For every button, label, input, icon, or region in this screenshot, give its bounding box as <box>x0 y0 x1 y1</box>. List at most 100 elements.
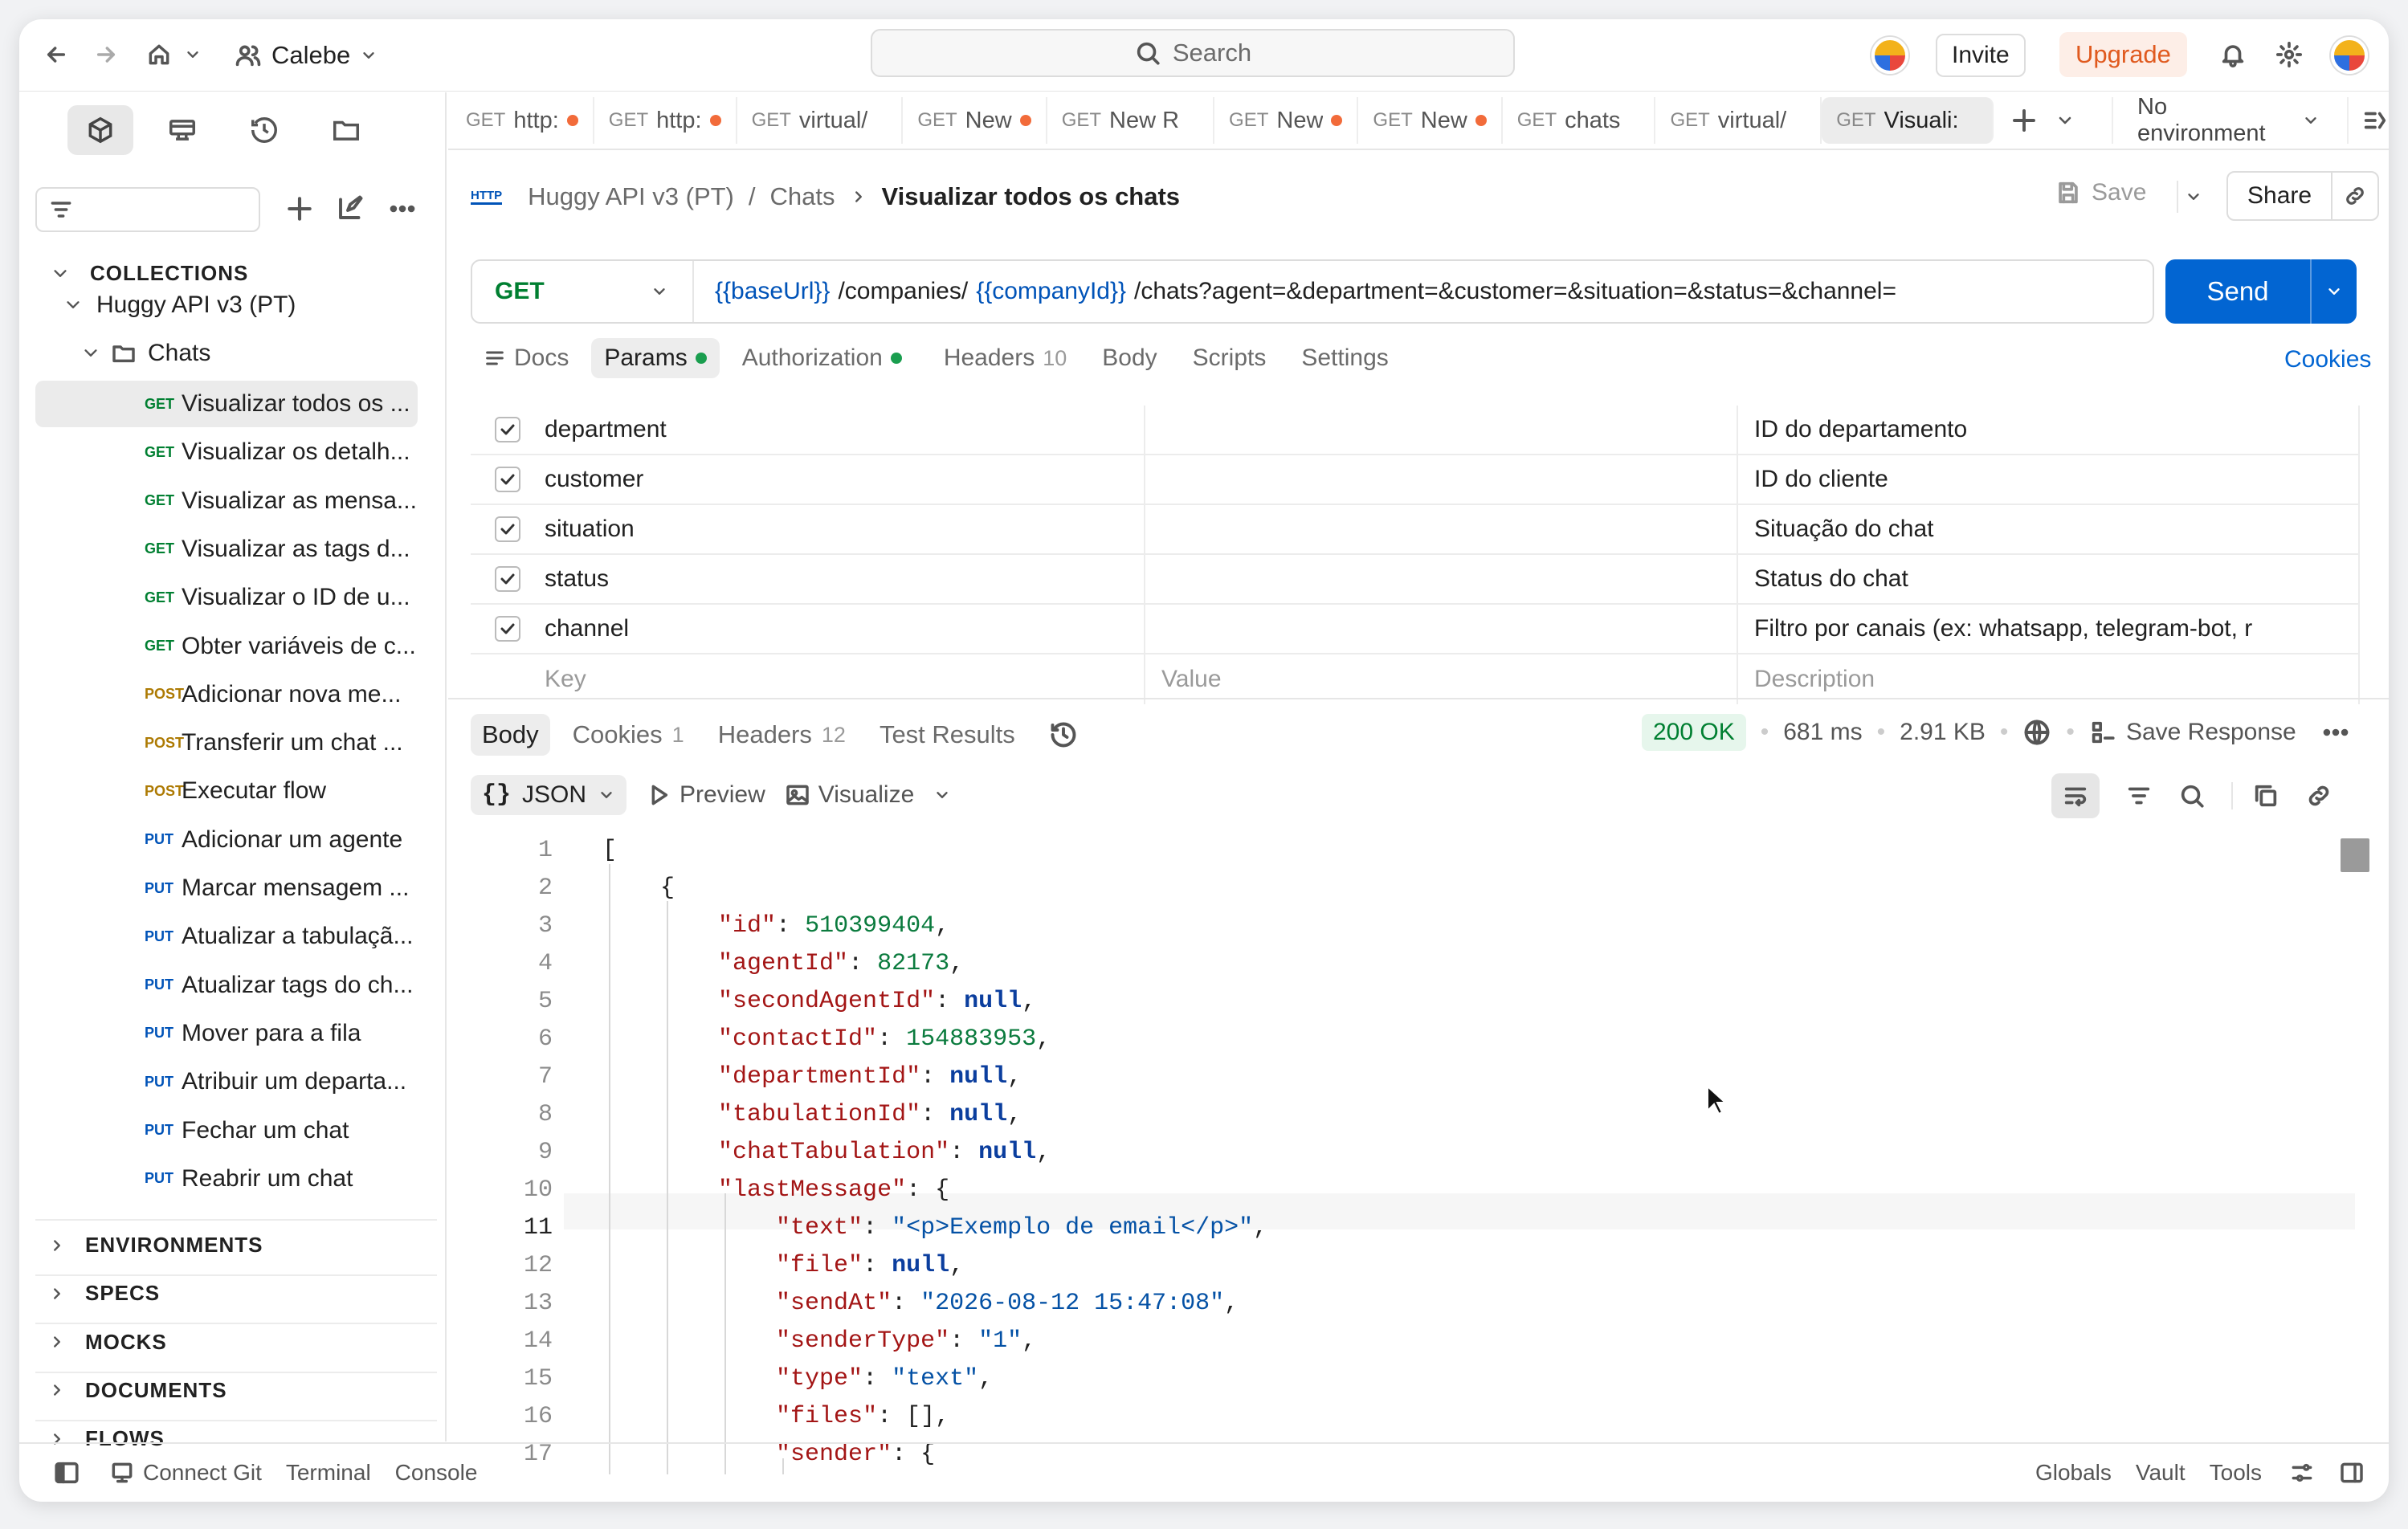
tab-request[interactable]: GET chats <box>1503 97 1656 144</box>
param-key-cell[interactable]: status <box>471 555 1145 603</box>
response-size[interactable]: 2.91 KB <box>1900 719 1986 746</box>
tab-request[interactable]: GET virtual/ <box>737 97 904 144</box>
sidebar-request-item[interactable]: PUT Mover para a fila <box>35 1010 418 1057</box>
tab-body[interactable]: Body <box>1089 338 1169 378</box>
collections-icon[interactable] <box>67 105 133 155</box>
filter-icon[interactable] <box>2125 782 2153 809</box>
save-response-button[interactable]: Save Response <box>2089 719 2296 746</box>
sidebar-request-item[interactable]: GET Visualizar as mensa... <box>35 478 418 524</box>
scrollbar-thumb[interactable] <box>2341 838 2369 872</box>
wrap-lines-icon[interactable] <box>2051 773 2100 818</box>
new-tab-icon[interactable] <box>2006 100 2043 141</box>
chevron-down-icon[interactable] <box>2051 104 2079 137</box>
sidebar-request-item[interactable]: PUT Atualizar tags do ch... <box>35 962 418 1009</box>
home-icon[interactable] <box>141 37 177 72</box>
cookies-link[interactable]: Cookies <box>2284 346 2371 373</box>
history-icon[interactable] <box>1049 720 1078 749</box>
collection-item[interactable]: Huggy API v3 (PT) <box>64 282 447 328</box>
response-tab-test-results[interactable]: Test Results <box>868 714 1026 756</box>
chevron-down-icon[interactable] <box>2177 181 2209 213</box>
tab-request[interactable]: GET New R <box>1047 97 1215 144</box>
sidebar-request-item[interactable]: PUT Atualizar a tabulaçã... <box>35 913 418 960</box>
more-icon[interactable] <box>387 194 418 224</box>
link-icon[interactable] <box>2331 173 2377 219</box>
settings-sliders-icon[interactable] <box>2289 1460 2315 1486</box>
user-avatar[interactable] <box>2331 37 2368 74</box>
param-value-input[interactable]: Value <box>1145 654 1738 704</box>
tab-request[interactable]: GET New <box>1214 97 1359 144</box>
toggle-panel-icon[interactable] <box>2339 1460 2365 1486</box>
sidebar-request-item[interactable]: GET Obter variáveis de c... <box>35 623 418 670</box>
status-badge[interactable]: 200 OK <box>1642 714 1746 751</box>
add-icon[interactable] <box>284 194 315 224</box>
page-title[interactable]: Visualizar todos os chats <box>882 182 1181 211</box>
tab-request[interactable]: GET Visuali: <box>1822 97 1994 144</box>
sidebar-request-item[interactable]: GET Visualizar os detalh... <box>35 429 418 475</box>
response-time[interactable]: 681 ms <box>1783 719 1862 746</box>
workspace-switcher[interactable]: Calebe <box>235 35 378 75</box>
response-tab-headers[interactable]: Headers 12 <box>707 714 857 756</box>
visualize-button[interactable]: Visualize <box>785 781 914 809</box>
chevron-down-icon[interactable] <box>2310 259 2357 324</box>
sidebar-section[interactable]: SPECS <box>48 1281 160 1306</box>
param-description-cell[interactable]: Status do chat <box>1738 555 2360 603</box>
tab-docs[interactable]: Docs <box>471 338 582 378</box>
param-value-cell[interactable] <box>1145 505 1738 553</box>
param-checkbox[interactable] <box>495 566 520 592</box>
chevron-down-icon[interactable] <box>180 42 206 67</box>
bell-icon[interactable] <box>2217 39 2249 71</box>
tab-request[interactable]: GET virtual/ <box>1655 97 1822 144</box>
connect-git-button[interactable]: Connect Git <box>109 1460 262 1486</box>
more-icon[interactable] <box>2320 717 2351 748</box>
response-tab-body[interactable]: Body <box>471 714 550 756</box>
param-value-cell[interactable] <box>1145 555 1738 603</box>
param-key-cell[interactable]: channel <box>471 605 1145 653</box>
new-request-icon[interactable] <box>336 194 365 222</box>
save-button[interactable]: Save <box>2055 179 2146 206</box>
param-value-cell[interactable] <box>1145 455 1738 504</box>
sidebar-request-item[interactable]: POST Executar flow <box>35 768 418 814</box>
sidebar-request-item[interactable]: PUT Adicionar um agente <box>35 817 418 863</box>
sidebar-request-item[interactable]: PUT Marcar mensagem ... <box>35 865 418 911</box>
globals-button[interactable]: Globals <box>2035 1460 2112 1486</box>
response-body-editor[interactable]: 1[2 {3 "id": 510399404, 4 "agentId": 8217… <box>471 832 2379 1474</box>
console-button[interactable]: Console <box>395 1460 478 1486</box>
team-avatar[interactable] <box>1871 37 1908 74</box>
vault-button[interactable]: Vault <box>2136 1460 2186 1486</box>
sidebar-request-item[interactable]: GET Visualizar todos os ... <box>35 381 418 427</box>
tab-scripts[interactable]: Scripts <box>1180 338 1280 378</box>
sidebar-request-item[interactable]: GET Visualizar as tags d... <box>35 526 418 573</box>
param-value-cell[interactable] <box>1145 605 1738 653</box>
format-select[interactable]: {} JSON <box>471 775 627 815</box>
gear-icon[interactable] <box>2273 39 2305 71</box>
sidebar-request-item[interactable]: PUT Atribuir um departa... <box>35 1058 418 1105</box>
sidebar-request-item[interactable]: GET Visualizar o ID de u... <box>35 574 418 621</box>
share-button[interactable]: Share <box>2228 182 2331 210</box>
param-description-cell[interactable]: ID do cliente <box>1738 455 2360 504</box>
param-description-cell[interactable]: ID do departamento <box>1738 406 2360 454</box>
param-description-input[interactable]: Description <box>1738 654 2360 704</box>
tab-request[interactable]: GET http: <box>451 97 594 144</box>
param-description-cell[interactable]: Situação do chat <box>1738 505 2360 553</box>
network-icon[interactable] <box>2022 718 2051 747</box>
sidebar-section[interactable]: DOCUMENTS <box>48 1378 227 1403</box>
param-key-cell[interactable]: customer <box>471 455 1145 504</box>
method-select[interactable]: GET <box>472 261 694 322</box>
response-tab-cookies[interactable]: Cookies 1 <box>561 714 696 756</box>
param-checkbox[interactable] <box>495 417 520 442</box>
param-description-cell[interactable]: Filtro por canais (ex: whatsapp, telegra… <box>1738 605 2360 653</box>
param-checkbox[interactable] <box>495 516 520 542</box>
sidebar-request-item[interactable]: POST Transferir um chat ... <box>35 720 418 766</box>
invite-button[interactable]: Invite <box>1936 34 2026 77</box>
tools-button[interactable]: Tools <box>2210 1460 2262 1486</box>
sidebar-request-item[interactable]: PUT Fechar um chat <box>35 1107 418 1154</box>
tab-params[interactable]: Params <box>591 338 720 378</box>
folder-item-chats[interactable]: Chats <box>82 330 464 377</box>
param-key-cell[interactable]: department <box>471 406 1145 454</box>
tab-request[interactable]: GET http: <box>594 97 737 144</box>
sidebar-section[interactable]: MOCKS <box>48 1330 167 1355</box>
forward-icon[interactable] <box>88 37 124 72</box>
tab-settings[interactable]: Settings <box>1288 338 1401 378</box>
environment-selector[interactable]: No environment <box>2112 94 2320 146</box>
upgrade-button[interactable]: Upgrade <box>2059 32 2187 77</box>
